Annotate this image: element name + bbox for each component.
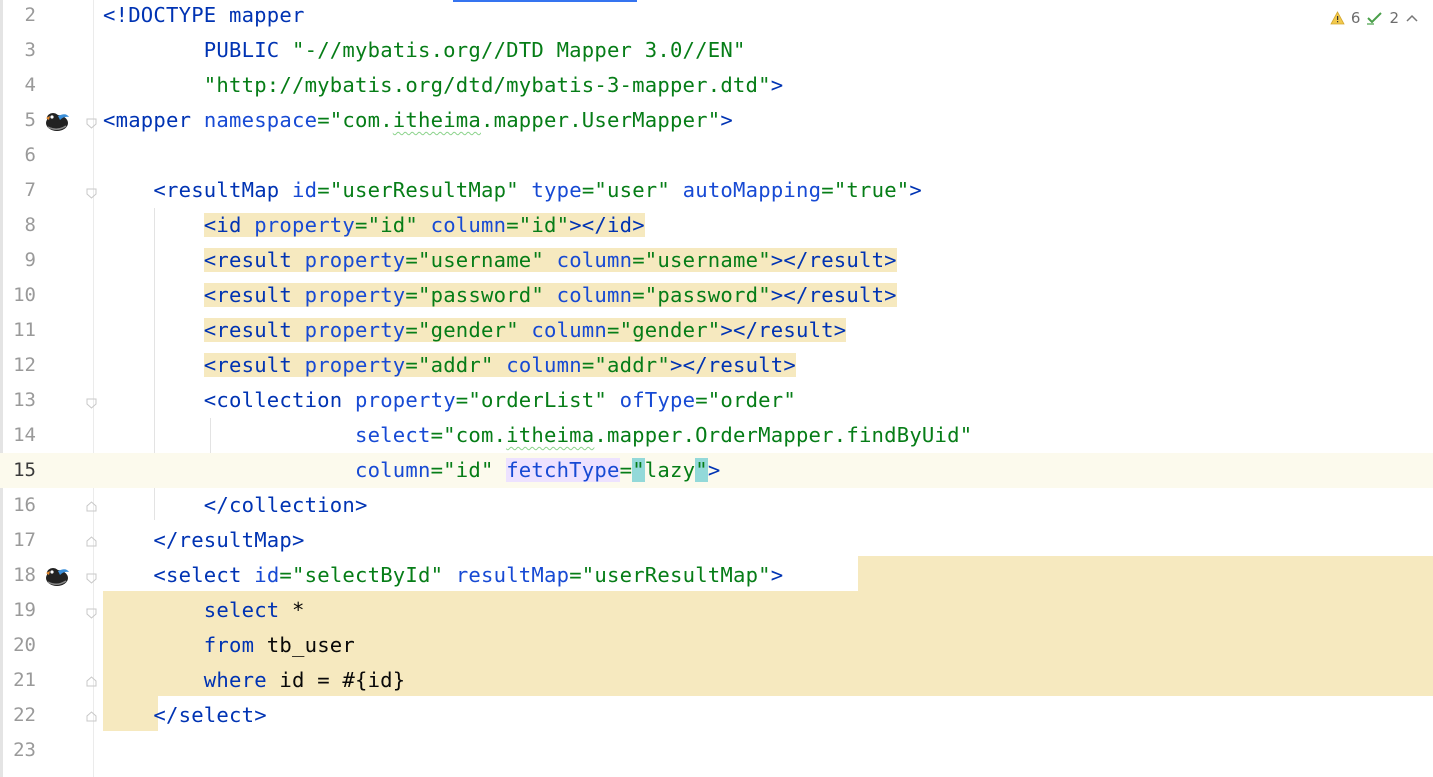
line-number: 15	[13, 459, 36, 481]
code-text: select="com.itheima.mapper.OrderMapper.f…	[354, 423, 973, 447]
warning-icon	[1330, 11, 1345, 25]
code-line[interactable]: 18 <select id="selectById" resultMap="us…	[0, 558, 1433, 593]
line-number: 18	[13, 564, 36, 586]
code-line[interactable]: 21 where id = #{id}	[0, 663, 1433, 698]
fold-icon[interactable]	[85, 114, 98, 129]
fold-icon[interactable]	[85, 499, 98, 512]
code-line[interactable]: 20 from tb_user	[0, 628, 1433, 663]
warning-count: 6	[1350, 9, 1361, 27]
line-number: 9	[24, 249, 36, 271]
code-line[interactable]: 6	[0, 138, 1433, 173]
code-line[interactable]: 2 <!DOCTYPE mapper	[0, 0, 1433, 33]
fold-icon[interactable]	[85, 534, 98, 547]
code-text: select *	[203, 598, 305, 622]
code-line[interactable]: 4 "http://mybatis.org/dtd/mybatis-3-mapp…	[0, 68, 1433, 103]
line-number: 19	[13, 599, 36, 621]
code-line[interactable]: 16 </collection>	[0, 488, 1433, 523]
fold-icon[interactable]	[85, 569, 98, 584]
code-line[interactable]: 22 </select>	[0, 698, 1433, 733]
line-number: 20	[13, 634, 36, 656]
line-number: 17	[13, 529, 36, 551]
line-number: 16	[13, 494, 36, 516]
code-line[interactable]: 5 <mapper namespace="com.itheima.mapper.…	[0, 103, 1433, 138]
line-number: 23	[13, 739, 36, 761]
code-text: <id property="id" column="id"></id>	[203, 213, 645, 237]
code-line[interactable]: 3 PUBLIC "-//mybatis.org//DTD Mapper 3.0…	[0, 33, 1433, 68]
line-number: 13	[13, 389, 36, 411]
code-text: <select id="selectById" resultMap="userR…	[153, 563, 784, 587]
code-text: column="id" fetchType="lazy">	[354, 458, 721, 482]
code-text: </resultMap>	[153, 528, 305, 552]
code-line[interactable]: 12 <result property="addr" column="addr"…	[0, 348, 1433, 383]
mybatis-bird-icon[interactable]	[44, 110, 70, 132]
line-number: 7	[24, 179, 36, 201]
line-number: 2	[24, 4, 36, 26]
code-text: "http://mybatis.org/dtd/mybatis-3-mapper…	[203, 73, 784, 97]
code-text: where id = #{id}	[203, 668, 406, 692]
line-number: 14	[13, 424, 36, 446]
line-number: 3	[24, 39, 36, 61]
line-number: 8	[24, 214, 36, 236]
code-text: <collection property="orderList" ofType=…	[203, 388, 796, 412]
code-line-current[interactable]: 15 column="id" fetchType="lazy">	[0, 453, 1433, 488]
line-number: 4	[24, 74, 36, 96]
code-text: </select>	[153, 703, 267, 727]
line-number: 5	[24, 109, 36, 131]
code-line[interactable]: 7 <resultMap id="userResultMap" type="us…	[0, 173, 1433, 208]
fold-icon[interactable]	[85, 604, 98, 619]
code-text: <mapper namespace="com.itheima.mapper.Us…	[103, 108, 733, 132]
line-number: 22	[13, 704, 36, 726]
code-line[interactable]: 9 <result property="username" column="us…	[0, 243, 1433, 278]
fold-icon[interactable]	[85, 674, 98, 687]
code-line[interactable]: 19 select *	[0, 593, 1433, 628]
code-line[interactable]: 13 <collection property="orderList" ofTy…	[0, 383, 1433, 418]
code-text: <resultMap id="userResultMap" type="user…	[153, 178, 923, 202]
code-editor[interactable]: 2 <!DOCTYPE mapper 3 PUBLIC "-//mybatis.…	[0, 0, 1433, 777]
code-line[interactable]: 11 <result property="gender" column="gen…	[0, 313, 1433, 348]
code-text: <result property="gender" column="gender…	[203, 318, 847, 342]
fold-icon[interactable]	[85, 184, 98, 199]
code-text: <result property="addr" column="addr"></…	[203, 353, 797, 377]
code-line[interactable]: 17 </resultMap>	[0, 523, 1433, 558]
code-text: PUBLIC "-//mybatis.org//DTD Mapper 3.0//…	[203, 38, 746, 62]
code-line[interactable]: 10 <result property="password" column="p…	[0, 278, 1433, 313]
chevron-up-icon[interactable]	[1405, 12, 1419, 24]
line-number: 12	[13, 354, 36, 376]
fold-icon[interactable]	[85, 394, 98, 409]
code-text: <!DOCTYPE mapper	[103, 3, 305, 27]
code-text: </collection>	[203, 493, 368, 517]
code-line[interactable]: 14 select="com.itheima.mapper.OrderMappe…	[0, 418, 1433, 453]
code-text: from tb_user	[203, 633, 355, 657]
code-text: <result property="username" column="user…	[203, 248, 897, 272]
check-count: 2	[1389, 9, 1399, 27]
line-number: 21	[13, 669, 36, 691]
code-text: <result property="password" column="pass…	[203, 283, 897, 307]
check-icon	[1366, 11, 1383, 25]
code-line[interactable]: 8 <id property="id" column="id"></id>	[0, 208, 1433, 243]
code-line[interactable]: 23	[0, 733, 1433, 768]
line-number: 11	[13, 319, 36, 341]
mybatis-bird-icon[interactable]	[44, 565, 70, 587]
fold-icon[interactable]	[85, 709, 98, 722]
line-number: 10	[13, 284, 36, 306]
inspection-status[interactable]: 6 2	[1330, 9, 1419, 27]
line-number: 6	[24, 144, 36, 166]
